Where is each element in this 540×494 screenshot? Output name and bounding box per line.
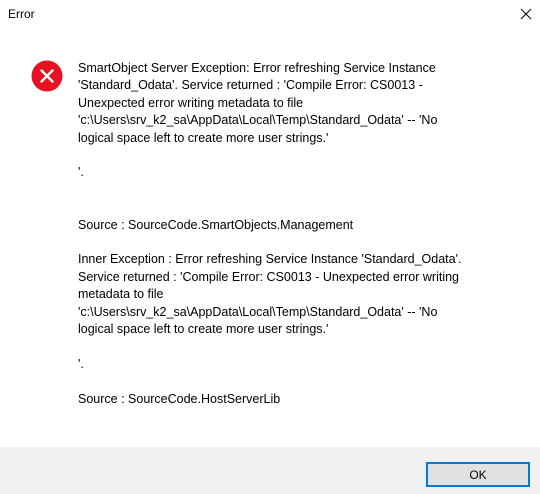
error-dialog: Error SmartObject Server Exception: Erro… [0, 0, 540, 494]
window-title: Error [8, 7, 35, 21]
title-bar[interactable]: Error [0, 0, 540, 30]
dialog-content: SmartObject Server Exception: Error refr… [0, 30, 540, 447]
close-button[interactable] [512, 0, 540, 28]
error-icon [31, 60, 63, 92]
ok-button[interactable]: OK [426, 462, 530, 487]
error-message: SmartObject Server Exception: Error refr… [78, 61, 462, 406]
button-bar: OK [0, 447, 540, 494]
close-icon [520, 8, 532, 20]
